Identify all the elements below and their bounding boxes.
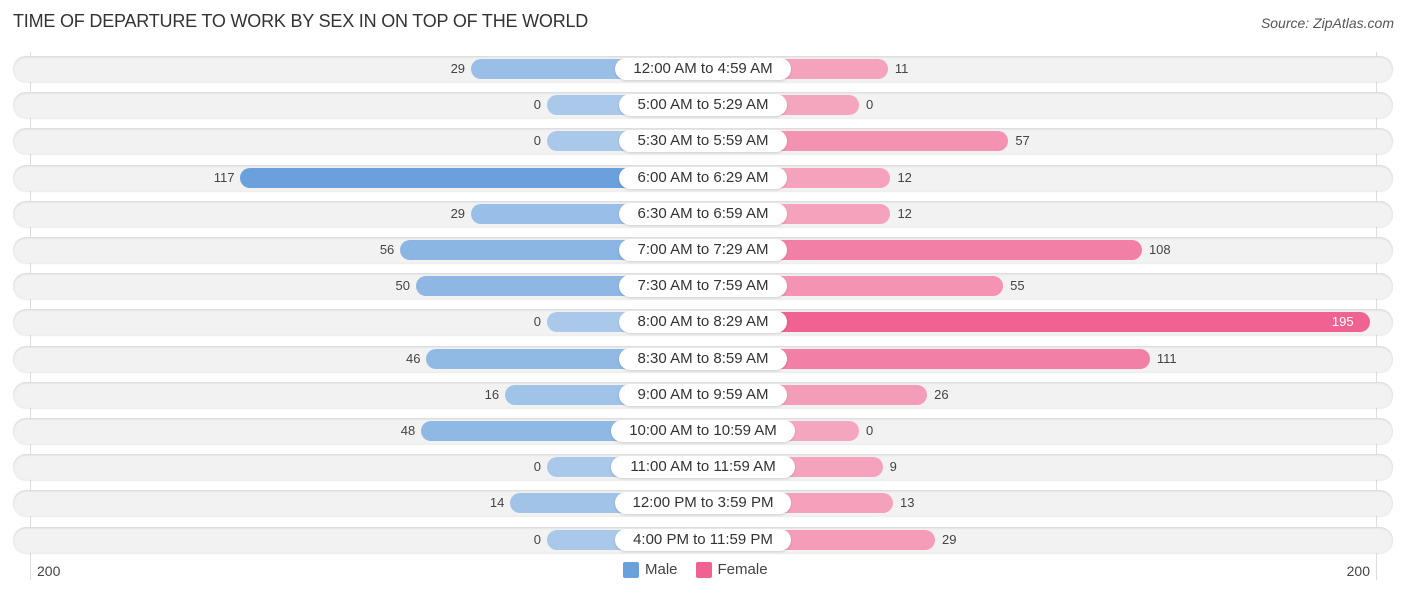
category-label: 7:30 AM to 7:59 AM [619, 275, 787, 298]
category-label: 9:00 AM to 9:59 AM [619, 383, 787, 406]
value-label-female: 108 [1148, 242, 1171, 257]
value-label-female: 55 [1010, 278, 1025, 294]
value-label-female: 12 [897, 205, 912, 221]
value-label-male: 29 [450, 205, 466, 221]
category-label: 8:30 AM to 8:59 AM [619, 347, 787, 370]
chart-container: TIME OF DEPARTURE TO WORK BY SEX IN ON T… [0, 0, 1406, 595]
value-label-female: 0 [866, 97, 874, 113]
chart-title: TIME OF DEPARTURE TO WORK BY SEX IN ON T… [13, 11, 589, 31]
value-label-male: 0 [533, 459, 541, 475]
axis-label-right: 200 [1346, 563, 1370, 579]
legend-label-male: Male [645, 561, 678, 578]
value-label-male: 0 [533, 97, 541, 113]
value-label-female: 111 [1156, 350, 1177, 366]
legend-swatch-male [623, 561, 639, 578]
value-label-male: 48 [400, 423, 416, 438]
legend-item-male: Male [623, 561, 678, 578]
value-label-female: 11 [894, 61, 909, 76]
axis-label-left: 200 [37, 563, 61, 579]
category-label: 12:00 AM to 4:59 AM [615, 58, 791, 80]
legend-label-female: Female [717, 561, 768, 578]
value-label-male: 16 [484, 386, 500, 402]
category-label: 4:00 PM to 11:59 PM [615, 528, 791, 551]
legend: Male Female [623, 561, 778, 578]
value-label-male: 14 [489, 495, 505, 511]
value-label-female: 0 [866, 423, 874, 438]
value-label-male: 46 [406, 350, 421, 366]
category-label: 6:00 AM to 6:29 AM [619, 166, 787, 189]
bar-female[interactable] [703, 312, 1370, 333]
category-label: 6:30 AM to 6:59 AM [619, 202, 787, 225]
value-label-female: 29 [941, 531, 957, 547]
value-label-female: 9 [889, 459, 897, 475]
value-label-female: 13 [900, 495, 915, 511]
value-label-female: 195 [1331, 314, 1354, 330]
value-label-male: 117 [213, 169, 235, 185]
value-label-male: 0 [533, 531, 541, 547]
category-label: 11:00 AM to 11:59 AM [611, 456, 795, 479]
value-label-female: 12 [897, 169, 912, 185]
category-label: 10:00 AM to 10:59 AM [611, 420, 795, 442]
value-label-male: 29 [450, 61, 466, 76]
source-label: Source: ZipAtlas.com [1260, 15, 1394, 31]
category-label: 7:00 AM to 7:29 AM [619, 239, 787, 261]
value-label-male: 56 [379, 242, 395, 257]
legend-swatch-female [695, 561, 712, 578]
category-label: 5:00 AM to 5:29 AM [619, 94, 787, 117]
category-label: 8:00 AM to 8:29 AM [619, 311, 787, 334]
value-label-female: 57 [1015, 133, 1030, 149]
category-label: 5:30 AM to 5:59 AM [619, 130, 787, 153]
value-label-male: 50 [395, 278, 410, 294]
value-label-female: 26 [934, 386, 949, 402]
legend-item-female: Female [695, 561, 768, 578]
value-label-male: 0 [533, 133, 541, 149]
value-label-male: 0 [533, 314, 541, 330]
category-label: 12:00 PM to 3:59 PM [615, 492, 791, 515]
